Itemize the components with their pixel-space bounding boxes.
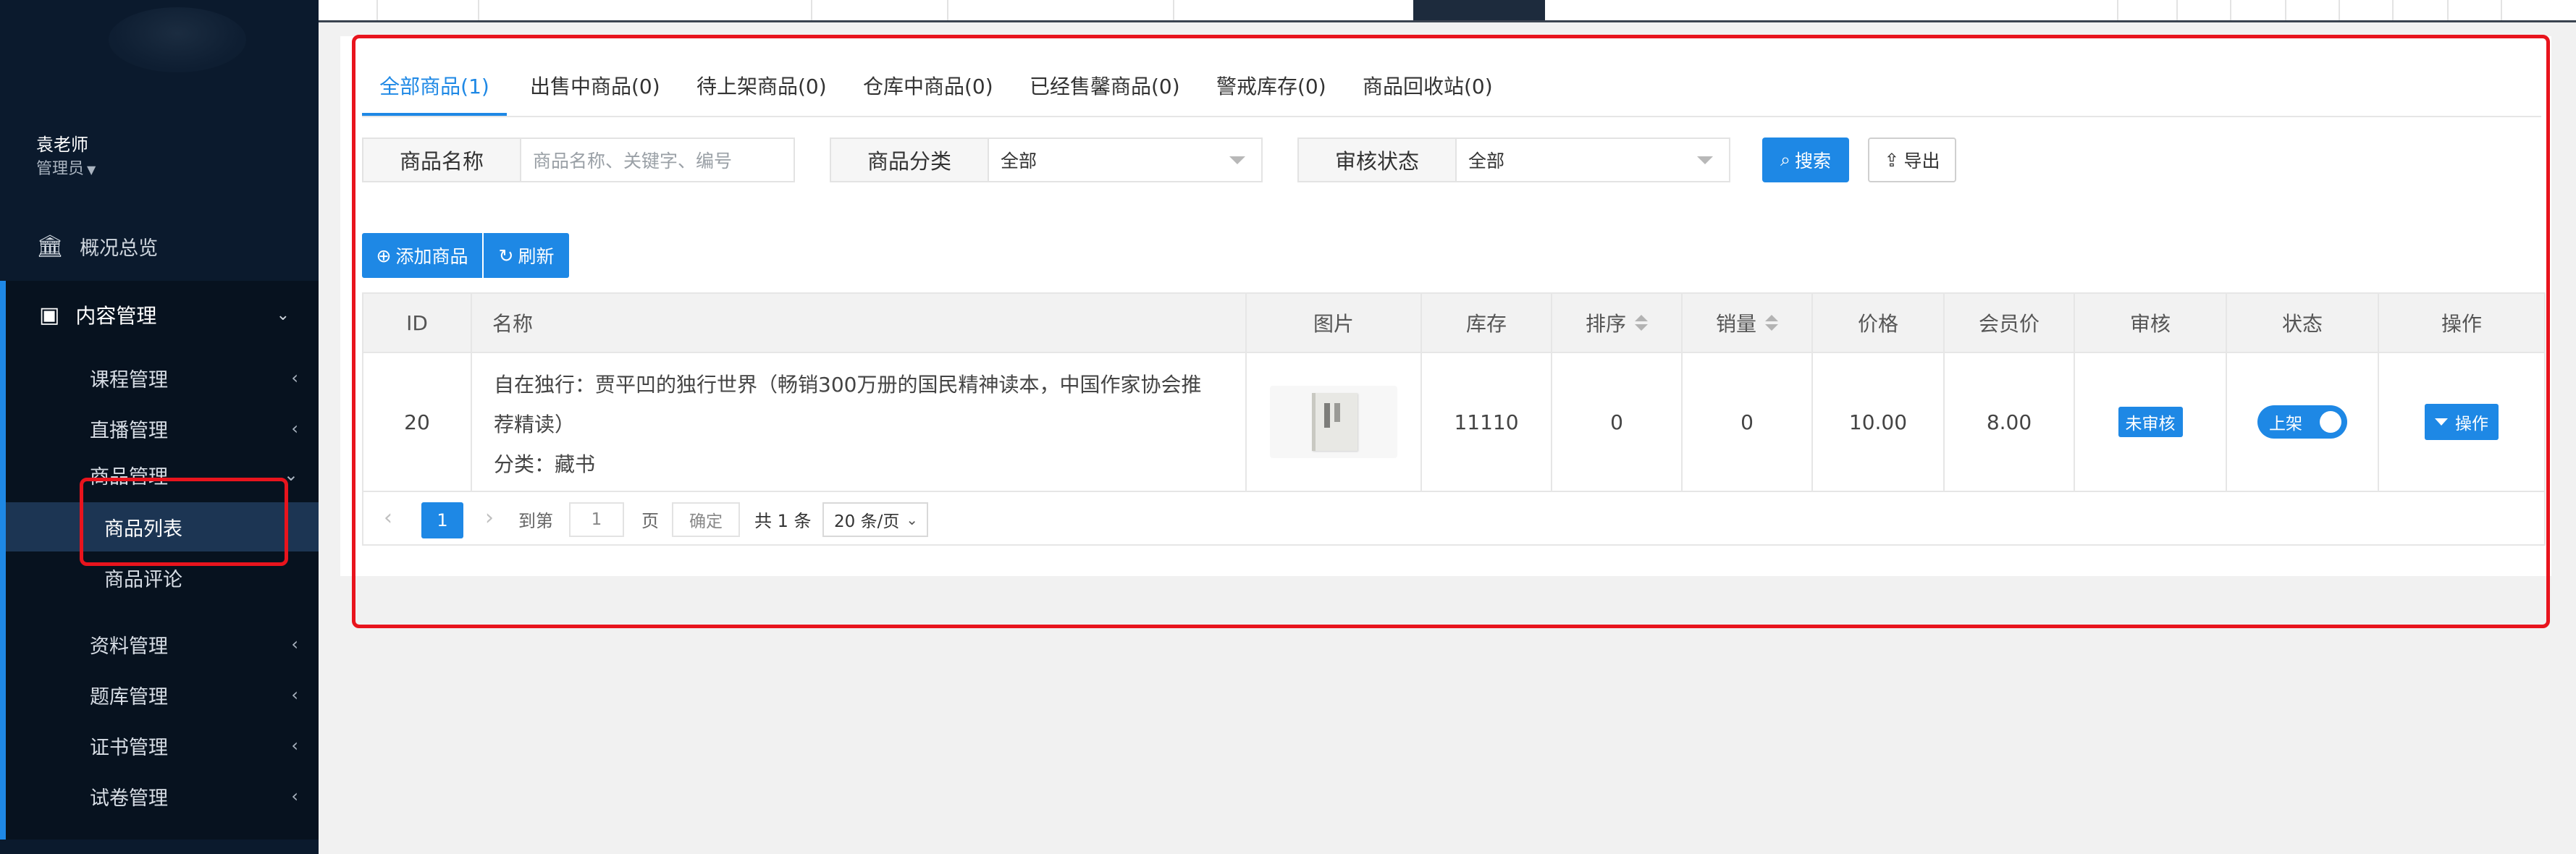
chevron-left-icon: ‹ [291,634,298,654]
divider [2339,0,2340,20]
divider [2117,0,2118,20]
divider [2176,0,2178,20]
user-name: 袁老师 [36,135,88,155]
sidebar-item-certificates[interactable]: 证书管理 ‹ [6,725,319,766]
sidebar-item-label: 资料管理 [90,635,168,658]
user-role-dropdown[interactable]: 管理员 ▼ [36,156,96,179]
chevron-left-icon: ‹ [291,685,298,705]
user-role-label: 管理员 [36,160,85,178]
sidebar-item-exam-papers[interactable]: 试卷管理 ‹ [6,776,319,816]
sidebar-item-materials[interactable]: 资料管理 ‹ [6,624,319,664]
chevron-down-icon: ⌄ [276,305,290,324]
sidebar-item-overview[interactable]: 🏛 概况总览 [0,224,319,268]
sidebar: 袁老师 管理员 ▼ 🏛 概况总览 ▣ 内容管理 ⌄ 课程管理 ‹ 直播管理 ‹ 商… [0,0,319,854]
sidebar-item-label: 题库管理 [90,685,168,709]
divider [478,0,479,20]
divider [947,0,948,20]
chevron-left-icon: ‹ [291,368,298,388]
chevron-left-icon: ‹ [291,418,298,439]
top-tab-strip [319,0,2576,22]
sidebar-subitem-label: 商品评论 [104,568,182,591]
annotation-highlight-main [352,35,2550,628]
sidebar-item-course[interactable]: 课程管理 ‹ [6,358,319,398]
sidebar-group-label: 内容管理 [75,304,157,328]
sidebar-item-label: 证书管理 [90,736,168,759]
sidebar-scroll-area [0,840,319,854]
sidebar-group-content-header[interactable]: ▣ 内容管理 ⌄ [6,281,319,349]
divider [2447,0,2449,20]
avatar[interactable] [109,7,246,72]
divider [811,0,812,20]
top-tab-active[interactable] [1413,0,1545,20]
sidebar-item-label: 概况总览 [80,237,159,260]
chevron-left-icon: ‹ [291,735,298,756]
divider [2392,0,2394,20]
sidebar-item-label: 直播管理 [90,419,168,442]
annotation-highlight-sidebar [80,478,288,566]
sidebar-item-live[interactable]: 直播管理 ‹ [6,408,319,449]
divider [2230,0,2231,20]
caret-down-icon: ▼ [87,163,96,177]
bank-icon: 🏛 [36,233,64,259]
divider [2501,0,2502,20]
sidebar-item-label: 试卷管理 [90,787,168,810]
sidebar-item-question-bank[interactable]: 题库管理 ‹ [6,675,319,715]
chevron-left-icon: ‹ [291,786,298,806]
sidebar-item-label: 课程管理 [90,368,168,392]
divider [1173,0,1174,20]
newspaper-icon: ▣ [39,302,60,328]
divider [2285,0,2286,20]
divider [376,0,378,20]
